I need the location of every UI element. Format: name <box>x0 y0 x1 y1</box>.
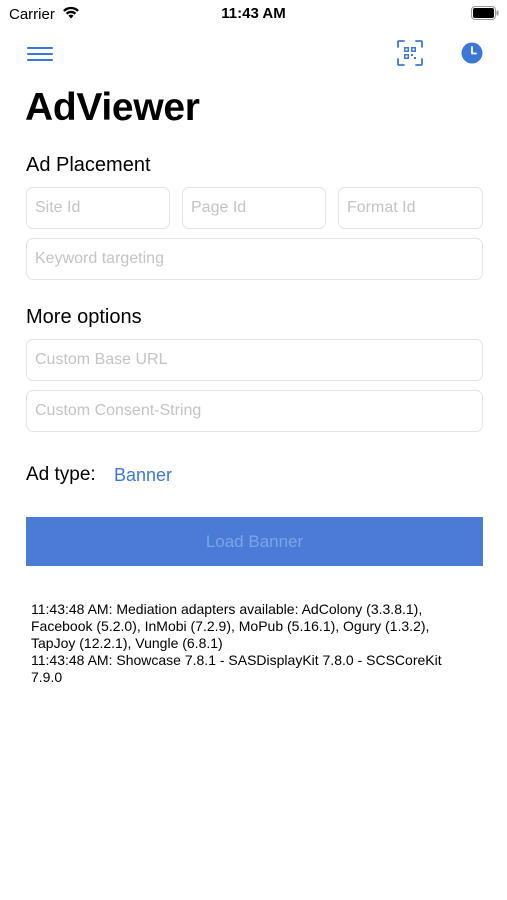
ad-placement-heading: Ad Placement <box>26 154 151 176</box>
clock-icon[interactable] <box>461 42 483 64</box>
ad-type-label: Ad type: <box>26 464 96 485</box>
ad-type-selector[interactable]: Banner <box>114 465 172 486</box>
log-output: 11:43:48 AM: Mediation adapters availabl… <box>31 601 476 686</box>
battery-icon <box>471 6 499 20</box>
page-title: AdViewer <box>25 86 200 129</box>
load-banner-button[interactable]: Load Banner <box>26 517 483 566</box>
qr-code-scan-icon[interactable] <box>396 39 424 67</box>
status-time: 11:43 AM <box>221 5 286 22</box>
custom-consent-string-field[interactable] <box>26 390 483 432</box>
hamburger-menu-icon[interactable] <box>25 42 55 66</box>
format-id-field[interactable] <box>338 187 483 229</box>
log-line: 11:43:48 AM: Showcase 7.8.1 - SASDisplay… <box>31 652 442 685</box>
keyword-targeting-field[interactable] <box>26 238 483 280</box>
navigation-bar <box>0 34 507 74</box>
more-options-heading: More options <box>26 306 142 328</box>
site-id-field[interactable] <box>26 187 170 229</box>
log-line: 11:43:48 AM: Mediation adapters availabl… <box>31 601 430 651</box>
page-id-field[interactable] <box>182 187 326 229</box>
custom-base-url-field[interactable] <box>26 339 483 381</box>
status-bar: Carrier 11:43 AM <box>0 0 507 30</box>
